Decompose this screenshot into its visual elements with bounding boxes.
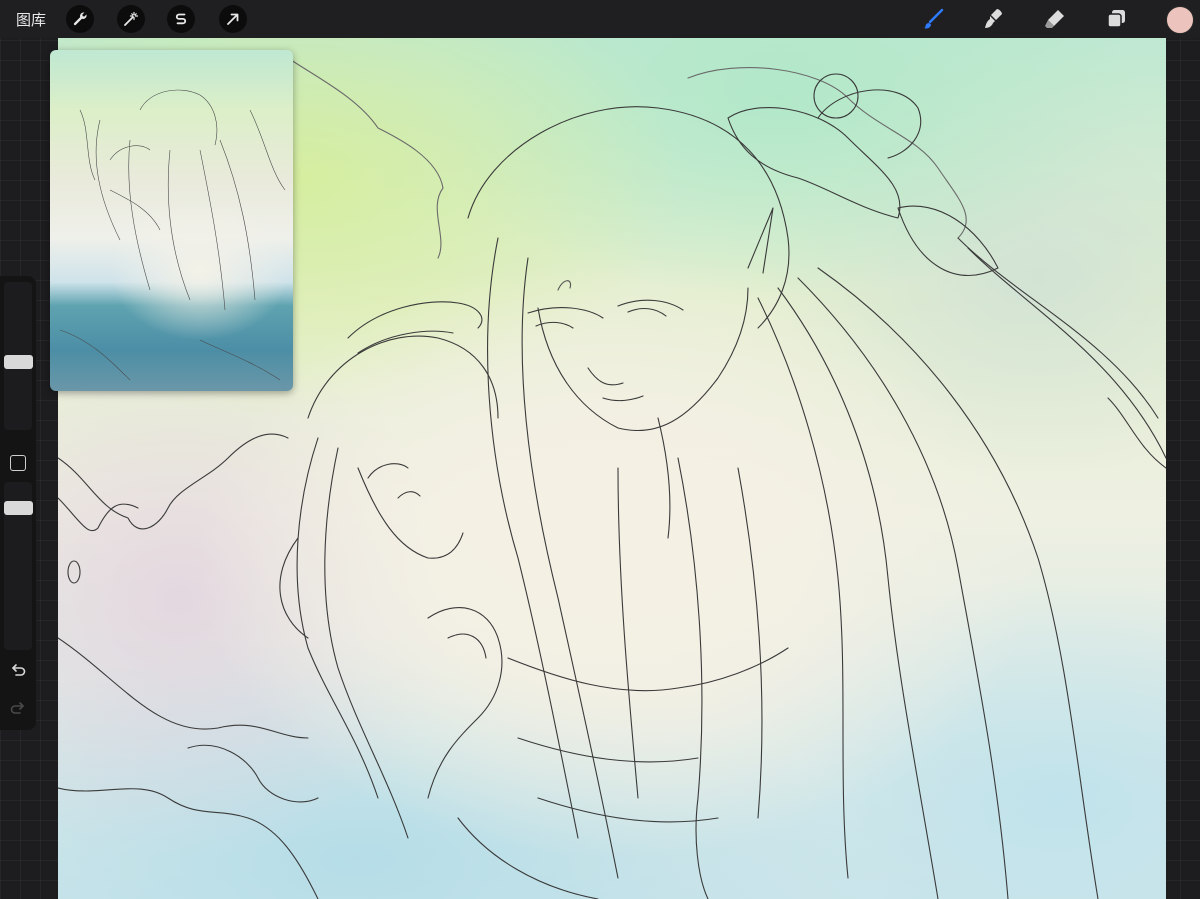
reference-window[interactable] bbox=[50, 50, 293, 391]
opacity-thumb[interactable] bbox=[4, 501, 33, 515]
selection-s-icon bbox=[175, 13, 187, 25]
undo-button[interactable] bbox=[9, 661, 27, 679]
eraser-icon bbox=[1045, 10, 1064, 28]
transform-button[interactable] bbox=[219, 5, 247, 33]
redo-icon bbox=[10, 702, 24, 714]
modify-button[interactable] bbox=[10, 455, 26, 471]
brush-tool-button[interactable] bbox=[920, 6, 946, 32]
wrench-icon bbox=[73, 12, 87, 26]
left-sidebar bbox=[0, 276, 36, 730]
magic-wand-icon bbox=[124, 11, 139, 26]
color-picker-button[interactable] bbox=[1166, 6, 1194, 34]
redo-button[interactable] bbox=[9, 699, 27, 717]
top-toolbar: 图库 bbox=[0, 0, 1200, 38]
reference-line-art bbox=[59, 89, 286, 381]
selection-button[interactable] bbox=[167, 5, 195, 33]
adjustments-button[interactable] bbox=[117, 5, 145, 33]
gallery-button[interactable]: 图库 bbox=[16, 9, 46, 30]
actions-button[interactable] bbox=[66, 5, 94, 33]
undo-icon bbox=[12, 664, 26, 676]
layers-icon bbox=[1107, 10, 1125, 28]
layers-button[interactable] bbox=[1103, 6, 1129, 32]
arrow-cursor-icon bbox=[227, 13, 239, 25]
smudge-icon bbox=[985, 9, 1002, 28]
smudge-tool-button[interactable] bbox=[981, 6, 1007, 32]
eraser-tool-button[interactable] bbox=[1042, 6, 1068, 32]
brush-icon bbox=[924, 8, 944, 29]
brush-size-thumb[interactable] bbox=[4, 355, 33, 369]
